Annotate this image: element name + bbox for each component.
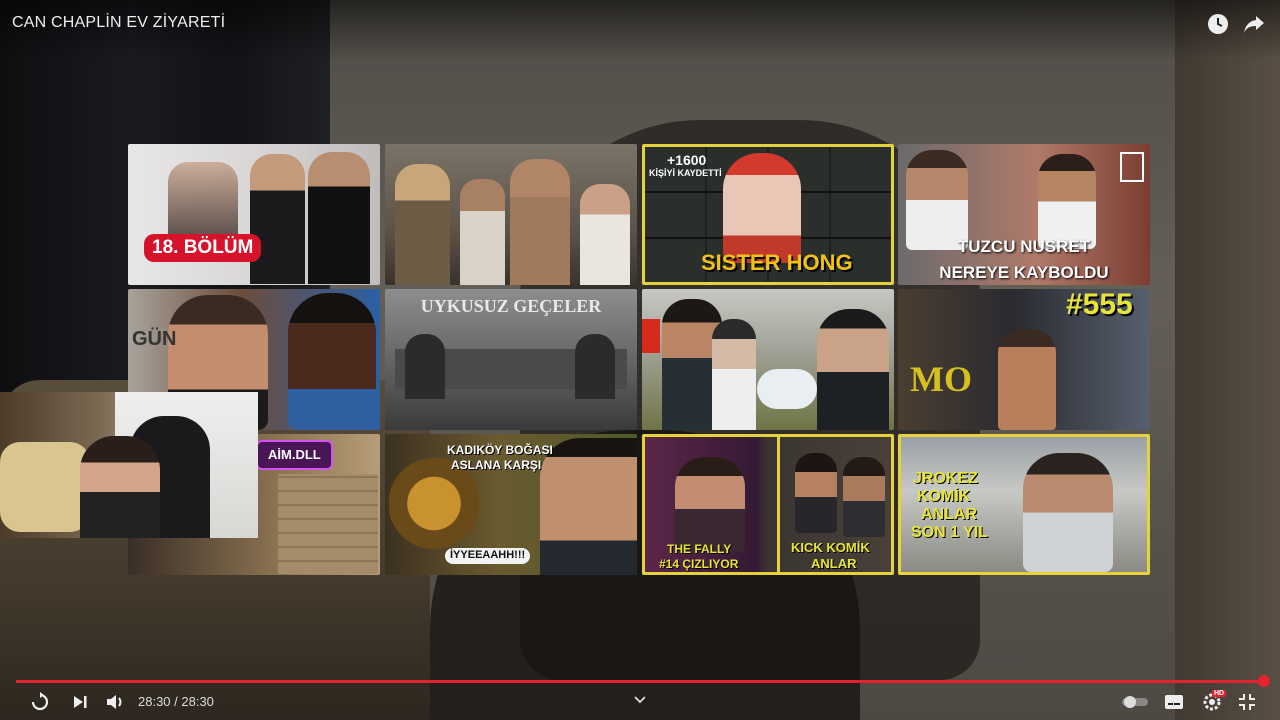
streamer-figure xyxy=(80,436,160,538)
progress-fill xyxy=(16,680,1264,683)
endscreen-card-1[interactable]: 18. BÖLÜM xyxy=(128,144,380,285)
endscreen-card-3[interactable]: +1600 KİŞİYİ KAYDETTİ SISTER HONG xyxy=(642,144,894,285)
next-icon[interactable] xyxy=(70,690,90,714)
person-figure xyxy=(250,154,305,284)
stone-wall xyxy=(278,474,378,574)
person-figure xyxy=(540,438,637,575)
endscreen-card-6[interactable]: UYKUSUZ GEÇELER xyxy=(385,289,637,430)
person-figure xyxy=(288,293,376,430)
person-figure xyxy=(308,152,370,284)
endscreen-card-7[interactable] xyxy=(642,289,894,430)
endscreen-card-8[interactable]: #555 MO xyxy=(898,289,1150,430)
hd-badge: HD xyxy=(1212,690,1227,697)
endscreen-card-11[interactable]: THE FALLY #14 ÇIZLIYOR KICK KOMİK ANLAR xyxy=(642,434,894,575)
share-icon[interactable] xyxy=(1242,12,1266,36)
time-display: 28:30 / 28:30 xyxy=(138,694,214,709)
pod-vehicle xyxy=(757,369,817,409)
person-figure xyxy=(817,309,889,430)
video-title[interactable]: CAN CHAPLİN EV ZİYARETİ xyxy=(12,14,225,32)
endscreen-card-2[interactable] xyxy=(385,144,637,285)
settings-icon[interactable]: HD xyxy=(1200,690,1227,714)
volume-icon[interactable] xyxy=(104,690,126,714)
replay-icon[interactable] xyxy=(28,690,52,714)
person-figure xyxy=(906,150,968,250)
endscreen-card-10[interactable]: KADIKÖY BOĞASI ASLANA KARŞI İYYEEAAHH!!! xyxy=(385,434,637,575)
autoplay-toggle-icon[interactable] xyxy=(1120,690,1150,714)
sofa-cushion xyxy=(0,442,90,532)
top-bar: CAN CHAPLİN EV ZİYARETİ xyxy=(0,0,1280,60)
episode-label: 18. BÖLÜM xyxy=(144,234,262,262)
flag xyxy=(642,319,660,353)
fighter-figure xyxy=(998,329,1056,430)
person-figure xyxy=(723,153,801,263)
person-figure xyxy=(1038,154,1096,249)
webcam-overlay xyxy=(0,392,258,538)
subtitles-icon[interactable] xyxy=(1162,690,1186,714)
person-figure xyxy=(675,457,745,552)
endscreen-card-4[interactable]: TUZCU NUSRET NEREYE KAYBOLDU xyxy=(898,144,1150,285)
watch-later-icon[interactable] xyxy=(1206,12,1230,36)
endscreen-card-12[interactable]: JROKEZ KOMİK ANLAR SON 1 YIL xyxy=(898,434,1150,575)
progress-bar[interactable] xyxy=(16,680,1264,683)
fullscreen-exit-icon[interactable] xyxy=(1236,690,1258,714)
channel-logo xyxy=(1120,152,1144,182)
progress-scrubber[interactable] xyxy=(1258,675,1270,687)
person-figure xyxy=(1023,453,1113,572)
chevron-down-icon[interactable] xyxy=(632,690,648,710)
